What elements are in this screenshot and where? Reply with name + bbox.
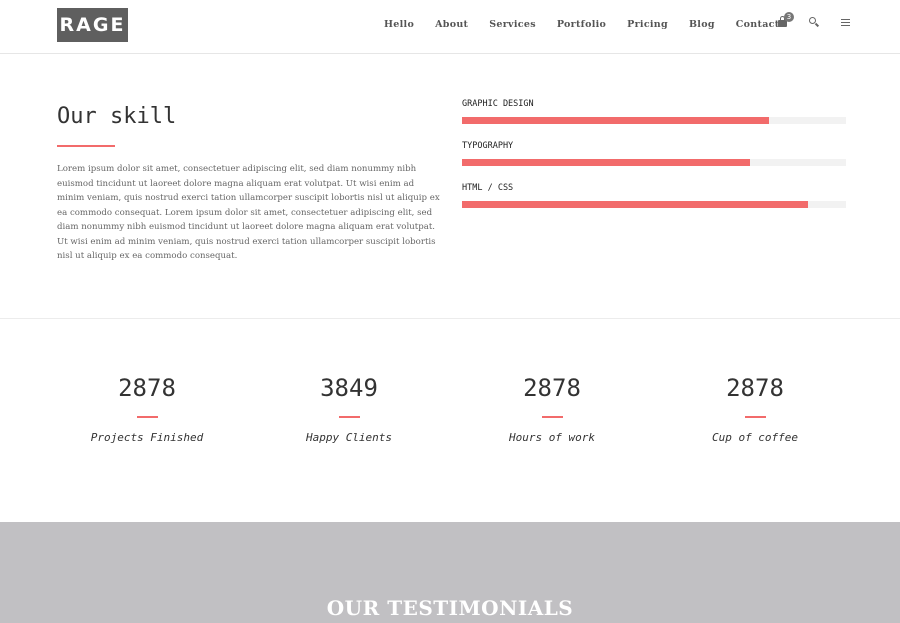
skill-bar-fill bbox=[462, 159, 750, 166]
main-nav: Hello About Services Portfolio Pricing B… bbox=[384, 19, 800, 30]
site-header: RAGE Hello About Services Portfolio Pric… bbox=[0, 0, 900, 54]
nav-link-blog[interactable]: Blog bbox=[689, 19, 715, 30]
stat-number: 2878 bbox=[726, 374, 784, 402]
stat-divider bbox=[541, 416, 563, 418]
skills-description: Lorem ipsum dolor sit amet, consectetuer… bbox=[57, 164, 440, 261]
stat-label: Happy Clients bbox=[305, 431, 393, 444]
skill-bar-typography: TYPOGRAPHY bbox=[462, 140, 846, 182]
nav-link-about[interactable]: About bbox=[435, 19, 468, 30]
skill-bar-label: HTML / CSS bbox=[462, 183, 514, 193]
site-logo[interactable]: RAGE bbox=[57, 8, 128, 42]
search-icon[interactable] bbox=[808, 16, 820, 28]
stat-divider bbox=[136, 416, 158, 418]
skills-title-divider bbox=[57, 145, 115, 147]
skill-bars: GRAPHIC DESIGN TYPOGRAPHY HTML / CSS bbox=[462, 98, 846, 224]
stat-hours-of-work: 2878 Hours of work bbox=[462, 372, 642, 444]
testimonials-section: OUR TESTIMONIALS bbox=[0, 522, 900, 623]
nav-link-pricing[interactable]: Pricing bbox=[627, 19, 668, 30]
nav-link-hello[interactable]: Hello bbox=[384, 19, 414, 30]
skill-bar-label: GRAPHIC DESIGN bbox=[462, 99, 534, 109]
testimonials-title: OUR TESTIMONIALS bbox=[326, 596, 574, 620]
section-divider bbox=[0, 318, 900, 319]
skill-bar-label: TYPOGRAPHY bbox=[462, 141, 514, 151]
stat-happy-clients: 3849 Happy Clients bbox=[259, 372, 439, 444]
stat-divider bbox=[744, 416, 766, 418]
stat-number: 3849 bbox=[320, 374, 378, 402]
stat-label: Projects Finished bbox=[90, 431, 204, 444]
skill-bar-fill bbox=[462, 201, 808, 208]
skill-bar-track bbox=[462, 159, 846, 166]
stat-cup-of-coffee: 2878 Cup of coffee bbox=[665, 372, 845, 444]
stat-number: 2878 bbox=[118, 374, 176, 402]
header-icons: 3 bbox=[777, 12, 850, 28]
stat-divider bbox=[338, 416, 360, 418]
stat-label: Hours of work bbox=[508, 431, 596, 444]
nav-link-services[interactable]: Services bbox=[489, 19, 536, 30]
stat-projects-finished: 2878 Projects Finished bbox=[57, 372, 237, 444]
stat-label: Cup of coffee bbox=[711, 431, 799, 444]
nav-link-contact[interactable]: Contact bbox=[736, 19, 780, 30]
skill-bar-fill bbox=[462, 117, 770, 124]
skill-bar-track bbox=[462, 117, 846, 124]
skill-bar-track bbox=[462, 201, 846, 208]
shopping-bag-icon[interactable]: 3 bbox=[777, 12, 794, 28]
nav-link-portfolio[interactable]: Portfolio bbox=[557, 19, 606, 30]
menu-icon[interactable] bbox=[841, 18, 850, 27]
skill-bar-html-css: HTML / CSS bbox=[462, 182, 846, 224]
cart-count-badge: 3 bbox=[784, 12, 794, 22]
stat-number: 2878 bbox=[523, 374, 581, 402]
skill-bar-graphic-design: GRAPHIC DESIGN bbox=[462, 98, 846, 140]
skills-title: Our skill bbox=[57, 104, 177, 129]
